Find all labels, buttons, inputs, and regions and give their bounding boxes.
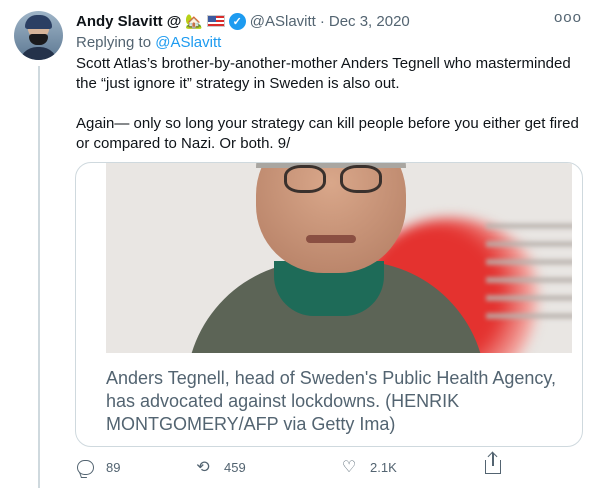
card-image[interactable]	[106, 163, 572, 353]
heart-icon: ♡	[341, 459, 357, 476]
card-caption: Anders Tegnell, head of Sweden's Public …	[106, 368, 557, 434]
link-card[interactable]: Anders Tegnell, head of Sweden's Public …	[75, 162, 583, 447]
header-separator: ·	[319, 12, 325, 30]
like-count: 2.1K	[370, 459, 397, 475]
like-button[interactable]: ♡ 2.1K	[340, 458, 397, 476]
avatar-body	[19, 47, 58, 60]
author-name[interactable]: Andy Slavitt	[76, 13, 163, 30]
background-sign-text	[486, 223, 572, 323]
avatar-mask	[29, 34, 48, 45]
person-mouth	[306, 235, 356, 243]
replying-to-link[interactable]: @ASlavitt	[155, 34, 221, 51]
tweet-date[interactable]: Dec 3, 2020	[329, 13, 410, 30]
replying-to: Replying to @ASlavitt	[76, 34, 221, 51]
thread-line	[38, 66, 40, 488]
person-glasses	[284, 165, 382, 195]
share-icon	[484, 453, 502, 476]
author-handle[interactable]: @ASlavitt	[250, 13, 316, 30]
reply-icon	[76, 458, 94, 476]
verified-badge-icon: ✓	[228, 12, 246, 30]
tweet-actions: 89 ⟲ 459 ♡ 2.1K	[76, 453, 506, 480]
author-name-suffix: @	[166, 12, 182, 30]
avatar-cap	[25, 15, 52, 29]
us-flag-icon	[206, 15, 225, 27]
reply-count: 89	[106, 459, 121, 475]
more-options-icon[interactable]: ooo	[554, 9, 582, 26]
replying-prefix: Replying to	[76, 34, 152, 51]
retweet-icon: ⟲	[196, 459, 210, 476]
avatar[interactable]	[14, 11, 63, 60]
retweet-button[interactable]: ⟲ 459	[194, 458, 246, 476]
tweet-text-paragraph-2: Again— only so long your strategy can ki…	[76, 115, 579, 152]
tweet-header: Andy Slavitt @ 🏡 ✓ @ASlavitt · Dec 3, 20…	[76, 9, 582, 31]
reply-button[interactable]: 89	[76, 458, 120, 476]
tweet-text-paragraph-1: Scott Atlas’s brother-by-another-mother …	[76, 55, 571, 92]
house-emoji-icon: 🏡	[185, 12, 203, 29]
retweet-count: 459	[224, 459, 246, 475]
share-button[interactable]	[484, 453, 502, 476]
